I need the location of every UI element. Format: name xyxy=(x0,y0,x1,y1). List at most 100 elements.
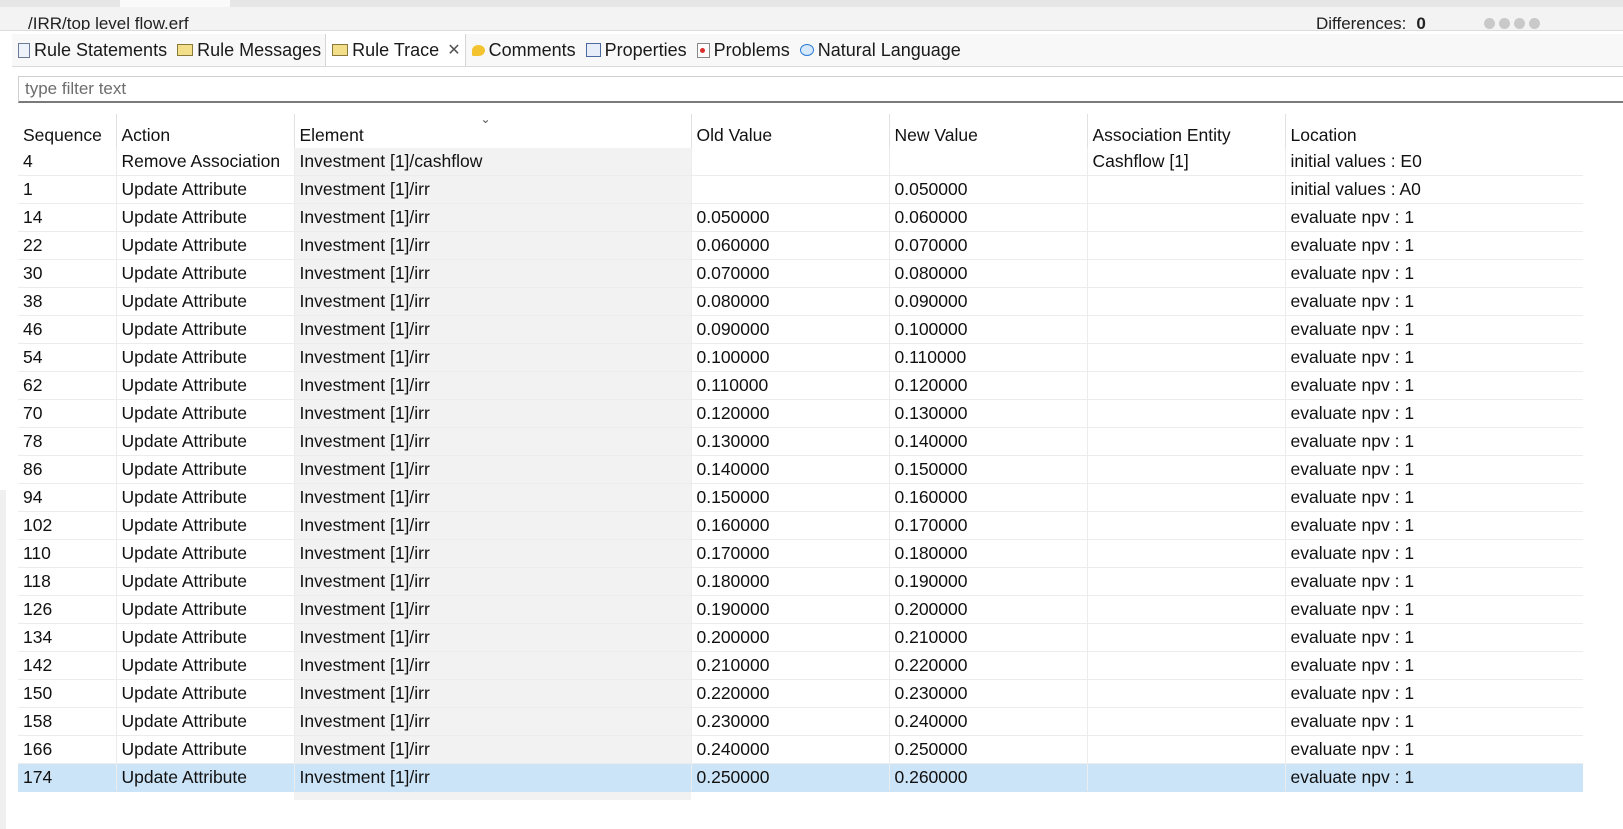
table-row[interactable]: 94 Update Attribute Investment [1]/irr 0.15… xyxy=(18,483,1583,512)
cell-old-value: 0.220000 xyxy=(690,679,889,708)
table-row[interactable]: 110 Update Attribute Investment [1]/irr 0.1… xyxy=(18,539,1583,568)
cell-element: Investment [1]/irr xyxy=(293,735,691,764)
cell-old-value: 0.200000 xyxy=(690,623,889,652)
table-empty-row xyxy=(18,791,1583,801)
envelope-icon xyxy=(332,44,349,56)
differences-count: 0 xyxy=(1416,14,1426,31)
column-header-sequence[interactable]: Sequence xyxy=(18,114,116,148)
table-row[interactable]: 78 Update Attribute Investment [1]/irr 0.13… xyxy=(18,427,1583,456)
cell-location: evaluate npv : 1 xyxy=(1284,707,1583,736)
column-header-label: Action xyxy=(121,125,171,145)
cell-action: Update Attribute xyxy=(115,735,294,764)
cell-sequence: 142 xyxy=(18,651,116,680)
cell-new-value: 0.080000 xyxy=(888,259,1087,288)
cell-association-entity xyxy=(1086,539,1285,568)
table-row[interactable]: 102 Update Attribute Investment [1]/irr 0.1… xyxy=(18,511,1583,540)
cell-new-value: 0.110000 xyxy=(888,343,1087,372)
tab-properties[interactable]: Properties xyxy=(580,34,691,66)
tab-natural-language[interactable]: Natural Language xyxy=(794,34,965,66)
empty-cell xyxy=(1087,792,1285,801)
cell-element: Investment [1]/cashflow xyxy=(293,148,691,176)
column-header-element[interactable]: Element ⌄ xyxy=(293,114,691,148)
table-row[interactable]: 150 Update Attribute Investment [1]/irr 0.2… xyxy=(18,679,1583,708)
editor-tab-active[interactable] xyxy=(120,0,230,7)
table-row[interactable]: 158 Update Attribute Investment [1]/irr 0.2… xyxy=(18,707,1583,736)
left-edge-strip xyxy=(0,490,6,829)
cell-association-entity xyxy=(1086,763,1285,792)
cell-sequence: 70 xyxy=(18,399,116,428)
column-header-association-entity[interactable]: Association Entity xyxy=(1086,114,1285,148)
column-header-new-value[interactable]: New Value xyxy=(888,114,1087,148)
cell-association-entity xyxy=(1086,315,1285,344)
table-row[interactable]: 118 Update Attribute Investment [1]/irr 0.1… xyxy=(18,567,1583,596)
cell-old-value: 0.170000 xyxy=(690,539,889,568)
table-row[interactable]: 166 Update Attribute Investment [1]/irr 0.2… xyxy=(18,735,1583,764)
cell-association-entity xyxy=(1086,231,1285,260)
cell-old-value: 0.250000 xyxy=(690,763,889,792)
cell-action: Update Attribute xyxy=(115,511,294,540)
table-row[interactable]: 142 Update Attribute Investment [1]/irr 0.2… xyxy=(18,651,1583,680)
column-header-action[interactable]: Action xyxy=(115,114,294,148)
table-row[interactable]: 4 Remove Association Investment [1]/cashfl… xyxy=(18,148,1583,176)
cell-new-value xyxy=(888,148,1087,176)
cell-element: Investment [1]/irr xyxy=(293,623,691,652)
table-row[interactable]: 174 Update Attribute Investment [1]/irr 0.2… xyxy=(18,763,1583,792)
tab-problems[interactable]: Problems xyxy=(691,34,794,66)
table-row[interactable]: 1 Update Attribute Investment [1]/irr 0.050… xyxy=(18,175,1583,204)
cell-old-value: 0.070000 xyxy=(690,259,889,288)
cell-old-value: 0.150000 xyxy=(690,483,889,512)
table-row[interactable]: 86 Update Attribute Investment [1]/irr 0.14… xyxy=(18,455,1583,484)
cell-sequence: 62 xyxy=(18,371,116,400)
cell-location: evaluate npv : 1 xyxy=(1284,455,1583,484)
cell-element: Investment [1]/irr xyxy=(293,595,691,624)
cell-old-value: 0.100000 xyxy=(690,343,889,372)
column-header-label: Association Entity xyxy=(1092,125,1231,145)
tab-rule-statements[interactable]: Rule Statements xyxy=(12,34,171,66)
tab-label: Natural Language xyxy=(817,39,961,60)
previous-difference-icon[interactable] xyxy=(1499,18,1510,29)
next-difference-icon[interactable] xyxy=(1484,18,1495,29)
cell-action: Update Attribute xyxy=(115,567,294,596)
column-header-label: New Value xyxy=(894,125,978,145)
tab-label: Rule Statements xyxy=(34,39,168,60)
cell-new-value: 0.250000 xyxy=(888,735,1087,764)
cell-association-entity xyxy=(1086,651,1285,680)
tab-comments[interactable]: Comments xyxy=(466,34,580,66)
cell-action: Update Attribute xyxy=(115,231,294,260)
column-header-label: Element xyxy=(299,125,364,145)
cell-location: evaluate npv : 1 xyxy=(1284,651,1583,680)
cell-association-entity xyxy=(1086,511,1285,540)
tab-label: Comments xyxy=(488,39,576,60)
cell-location: evaluate npv : 1 xyxy=(1284,203,1583,232)
table-row[interactable]: 134 Update Attribute Investment [1]/irr 0.2… xyxy=(18,623,1583,652)
table-row[interactable]: 126 Update Attribute Investment [1]/irr 0.1… xyxy=(18,595,1583,624)
cell-association-entity xyxy=(1086,287,1285,316)
cell-element: Investment [1]/irr xyxy=(293,455,691,484)
table-row[interactable]: 38 Update Attribute Investment [1]/irr 0.08… xyxy=(18,287,1583,316)
tab-rule-trace[interactable]: Rule Trace ✕ xyxy=(325,34,466,66)
cell-new-value: 0.120000 xyxy=(888,371,1087,400)
table-row[interactable]: 70 Update Attribute Investment [1]/irr 0.12… xyxy=(18,399,1583,428)
speech-bubble-icon xyxy=(799,44,814,56)
table-row[interactable]: 30 Update Attribute Investment [1]/irr 0.07… xyxy=(18,259,1583,288)
tab-rule-messages[interactable]: Rule Messages xyxy=(171,34,325,66)
cell-element: Investment [1]/irr xyxy=(293,679,691,708)
cell-location: evaluate npv : 1 xyxy=(1284,483,1583,512)
table-row[interactable]: 46 Update Attribute Investment [1]/irr 0.09… xyxy=(18,315,1583,344)
sort-descending-icon: ⌄ xyxy=(480,114,491,126)
cell-association-entity xyxy=(1086,399,1285,428)
table-row[interactable]: 62 Update Attribute Investment [1]/irr 0.11… xyxy=(18,371,1583,400)
next-change-icon[interactable] xyxy=(1514,18,1525,29)
table-row[interactable]: 54 Update Attribute Investment [1]/irr 0.10… xyxy=(18,343,1583,372)
previous-change-icon[interactable] xyxy=(1529,18,1540,29)
cell-location: initial values : E0 xyxy=(1284,148,1583,176)
cell-action: Update Attribute xyxy=(115,483,294,512)
column-header-location[interactable]: Location xyxy=(1284,114,1583,148)
filter-input[interactable] xyxy=(18,76,1623,103)
cell-element: Investment [1]/irr xyxy=(293,427,691,456)
column-header-old-value[interactable]: Old Value xyxy=(690,114,889,148)
close-icon[interactable]: ✕ xyxy=(447,40,460,60)
cell-location: evaluate npv : 1 xyxy=(1284,427,1583,456)
table-row[interactable]: 14 Update Attribute Investment [1]/irr 0.05… xyxy=(18,203,1583,232)
table-row[interactable]: 22 Update Attribute Investment [1]/irr 0.06… xyxy=(18,231,1583,260)
